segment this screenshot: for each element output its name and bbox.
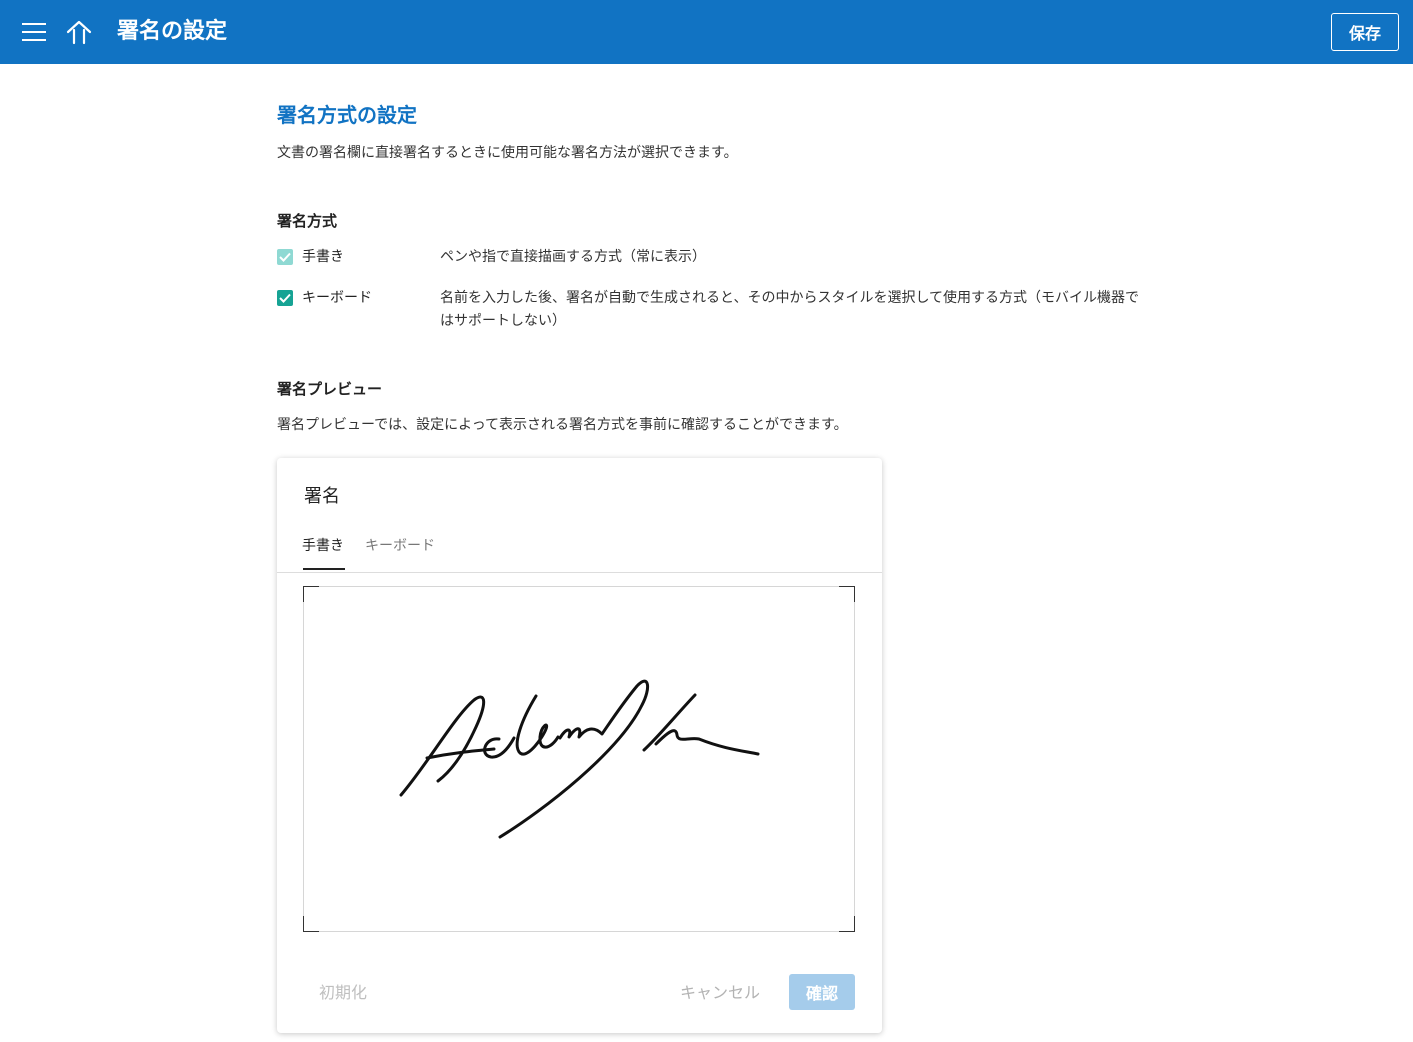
tab-handwriting[interactable]: 手書き (302, 536, 344, 556)
section-title: 署名方式の設定 (277, 103, 417, 127)
preview-description: 署名プレビューでは、設定によって表示される署名方式を事前に確認することができます… (277, 417, 848, 433)
section-description: 文書の署名欄に直接署名するときに使用可能な署名方法が選択できます。 (277, 145, 738, 161)
save-button[interactable]: 保存 (1331, 13, 1399, 51)
methods-heading: 署名方式 (277, 212, 338, 230)
dialog-title: 署名 (304, 486, 340, 507)
handwriting-label: 手書き (302, 249, 344, 265)
app-header: 署名の設定 保存 (0, 0, 1413, 64)
signature-dialog: 署名 手書き キーボード 初期化 キャンセル 確認 (277, 458, 882, 1033)
handwriting-description: ペンや指で直接描画する方式（常に表示） (440, 249, 706, 265)
method-option-keyboard: キーボード 名前を入力した後、署名が自動で生成されると、その中からスタイルを選択… (277, 287, 1140, 335)
keyboard-checkbox[interactable] (277, 290, 293, 306)
signature-drawing (399, 679, 760, 839)
dialog-tabs: 手書き キーボード (277, 528, 882, 573)
home-icon[interactable] (64, 19, 94, 45)
confirm-button[interactable]: 確認 (789, 974, 855, 1010)
preview-heading: 署名プレビュー (277, 380, 383, 398)
menu-icon[interactable] (22, 22, 46, 42)
tab-keyboard[interactable]: キーボード (365, 536, 435, 556)
check-icon (279, 252, 291, 262)
reset-button[interactable]: 初期化 (319, 982, 367, 1004)
page-title: 署名の設定 (117, 19, 228, 44)
handwriting-checkbox (277, 249, 293, 265)
active-tab-indicator (303, 568, 345, 570)
keyboard-description: 名前を入力した後、署名が自動で生成されると、その中からスタイルを選択して使用する… (440, 290, 1140, 329)
method-option-handwriting: 手書き ペンや指で直接描画する方式（常に表示） (277, 246, 1137, 270)
check-icon (279, 293, 291, 303)
cancel-button[interactable]: キャンセル (680, 982, 760, 1004)
keyboard-label: キーボード (302, 290, 372, 306)
signature-canvas[interactable] (303, 586, 855, 932)
